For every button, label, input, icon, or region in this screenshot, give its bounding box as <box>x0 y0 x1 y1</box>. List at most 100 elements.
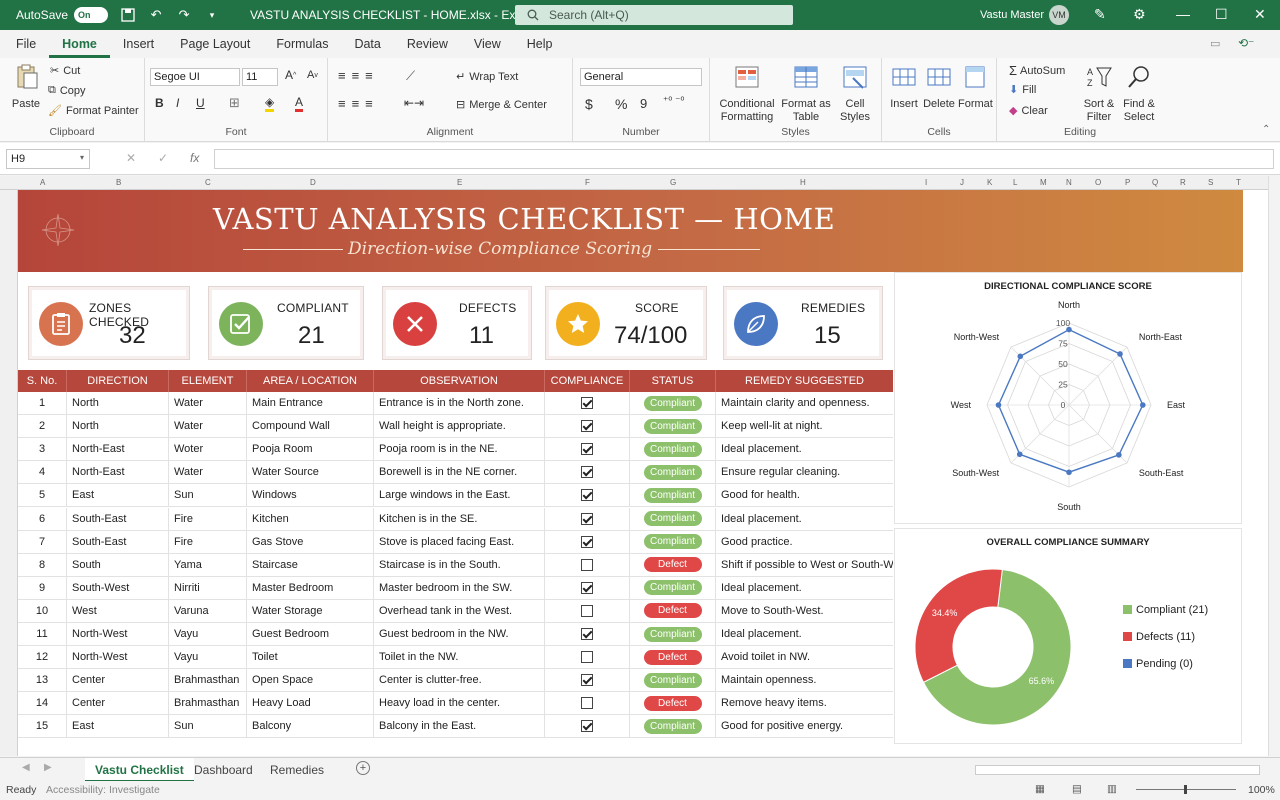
col-header[interactable]: R <box>1180 178 1186 187</box>
add-sheet-icon[interactable]: + <box>356 761 370 775</box>
merge-center-button[interactable]: ⊟ Merge & Center <box>456 98 547 112</box>
close-icon[interactable]: ✕ <box>1254 6 1266 23</box>
element-cell[interactable]: Sun <box>169 484 247 508</box>
col-header[interactable]: M <box>1040 178 1047 187</box>
table-row[interactable]: 4 North-East Water Water Source Borewell is … <box>18 461 893 485</box>
element-cell[interactable]: Vayu <box>169 623 247 646</box>
remedy-cell[interactable]: Shift if possible to West or South-West. <box>716 554 893 577</box>
currency-button[interactable]: $ <box>585 96 593 112</box>
observation-cell[interactable]: Wall height is appropriate. <box>374 415 545 439</box>
area-cell[interactable]: Heavy Load <box>247 692 374 716</box>
status-cell[interactable]: Compliant <box>630 461 716 485</box>
remedy-cell[interactable]: Ideal placement. <box>716 623 893 646</box>
col-area-header[interactable]: AREA / LOCATION <box>247 370 374 392</box>
table-row[interactable]: 10 West Varuna Water Storage Overhead tank i… <box>18 599 893 623</box>
compliance-checkbox-cell[interactable] <box>545 576 630 600</box>
direction-cell[interactable]: North-East <box>67 438 169 462</box>
col-header[interactable]: N <box>1066 178 1072 187</box>
tab-formulas[interactable]: Formulas <box>263 30 341 58</box>
remedy-cell[interactable]: Ideal placement. <box>716 438 893 461</box>
element-cell[interactable]: Nirriti <box>169 576 247 600</box>
sheet-tab-vastu-checklist[interactable]: Vastu Checklist <box>85 758 194 782</box>
compliance-checkbox[interactable] <box>581 489 593 502</box>
normal-view-icon[interactable]: ▦ <box>1035 783 1045 795</box>
observation-cell[interactable]: Borewell is in the NE corner. <box>374 461 545 485</box>
tab-help[interactable]: Help <box>514 30 566 58</box>
compliance-checkbox-cell[interactable] <box>545 623 630 646</box>
table-row[interactable]: 2 North Water Compound Wall Wall height is a… <box>18 415 893 439</box>
pen-icon[interactable]: ✎ <box>1094 6 1106 23</box>
compliance-checkbox[interactable] <box>581 558 593 571</box>
insert-cells-button[interactable]: Insert <box>888 64 920 111</box>
page-layout-view-icon[interactable]: ▤ <box>1072 783 1082 795</box>
area-cell[interactable]: Kitchen <box>247 507 374 531</box>
search-box[interactable]: Search (Alt+Q) <box>515 5 793 25</box>
col-header[interactable]: K <box>987 178 992 187</box>
area-cell[interactable]: Windows <box>247 484 374 508</box>
compliance-checkbox-cell[interactable] <box>545 438 630 462</box>
vertical-align-icons[interactable]: ≡≡≡ <box>338 68 379 83</box>
remedy-cell[interactable]: Maintain clarity and openness. <box>716 392 893 415</box>
direction-cell[interactable]: South-East <box>67 507 169 531</box>
table-row[interactable]: 14 Center Brahmasthan Heavy Load Heavy load … <box>18 692 893 716</box>
save-icon[interactable] <box>120 7 136 23</box>
remedy-cell[interactable]: Good practice. <box>716 531 893 554</box>
page-break-view-icon[interactable]: ▥ <box>1107 783 1117 795</box>
orientation-icon[interactable]: ⟋ <box>406 68 415 84</box>
remedy-cell[interactable]: Good for health. <box>716 484 893 507</box>
table-row[interactable]: 1 North Water Main Entrance Entrance is in t… <box>18 392 893 415</box>
compliance-checkbox[interactable] <box>581 628 593 641</box>
compliance-checkbox[interactable] <box>581 651 593 664</box>
table-row[interactable]: 6 South-East Fire Kitchen Kitchen is in the … <box>18 507 893 531</box>
area-cell[interactable]: Gas Stove <box>247 530 374 554</box>
remedy-cell[interactable]: Ensure regular cleaning. <box>716 461 893 484</box>
status-cell[interactable]: Defect <box>630 599 716 623</box>
borders-icon[interactable]: ⊞ <box>229 95 240 111</box>
direction-cell[interactable]: Center <box>67 669 169 693</box>
table-row[interactable]: 8 South Yama Staircase Staircase is in the S… <box>18 553 893 577</box>
table-row[interactable]: 3 North-East Woter Pooja Room Pooja room is … <box>18 438 893 462</box>
direction-cell[interactable]: West <box>67 599 169 623</box>
redo-icon[interactable]: ↷ <box>176 7 192 23</box>
col-header[interactable]: S <box>1208 178 1213 187</box>
compliance-checkbox[interactable] <box>581 535 593 548</box>
area-cell[interactable]: Main Entrance <box>247 392 374 415</box>
no-cell[interactable]: 14 <box>18 692 67 716</box>
undo-icon[interactable]: ↶ <box>148 7 164 23</box>
col-header[interactable]: T <box>1236 178 1241 187</box>
compliance-checkbox[interactable] <box>581 420 593 433</box>
font-color-icon[interactable]: A <box>295 95 304 112</box>
format-as-table-button[interactable]: Format as Table <box>780 64 832 124</box>
element-cell[interactable]: Fire <box>169 507 247 531</box>
status-cell[interactable]: Compliant <box>630 507 716 531</box>
status-cell[interactable]: Compliant <box>630 484 716 508</box>
col-header[interactable]: O <box>1095 178 1101 187</box>
sheet-tab-remedies[interactable]: Remedies <box>260 758 334 782</box>
tab-data[interactable]: Data <box>341 30 393 58</box>
compliance-checkbox[interactable] <box>581 674 593 687</box>
element-cell[interactable]: Varuna <box>169 599 247 623</box>
no-cell[interactable]: 5 <box>18 484 67 508</box>
col-remedy-header[interactable]: REMEDY SUGGESTED <box>716 370 893 392</box>
no-cell[interactable]: 7 <box>18 530 67 554</box>
col-element-header[interactable]: ELEMENT <box>169 370 247 392</box>
cancel-icon[interactable]: ✕ <box>126 151 136 165</box>
element-cell[interactable]: Water <box>169 392 247 415</box>
area-cell[interactable]: Compound Wall <box>247 415 374 439</box>
zoom-slider-thumb[interactable] <box>1184 785 1187 794</box>
no-cell[interactable]: 2 <box>18 415 67 439</box>
direction-cell[interactable]: North <box>67 415 169 439</box>
element-cell[interactable]: Water <box>169 415 247 439</box>
compliance-checkbox-cell[interactable] <box>545 669 630 693</box>
avatar[interactable]: VM <box>1049 5 1069 25</box>
wrap-text-button[interactable]: ↵ Wrap Text <box>456 70 518 84</box>
compliance-checkbox[interactable] <box>581 443 593 456</box>
font-size-select[interactable]: 11 <box>242 68 278 86</box>
table-row[interactable]: 13 Center Brahmasthan Open Space Center is c… <box>18 669 893 693</box>
cut-button[interactable]: ✂ Cut <box>50 64 80 78</box>
compliance-checkbox-cell[interactable] <box>545 484 630 508</box>
autosave[interactable]: AutoSave On <box>16 7 109 23</box>
compliance-checkbox-cell[interactable] <box>545 692 630 716</box>
grow-font-button[interactable]: A ^ <box>285 68 296 82</box>
compliance-checkbox-cell[interactable] <box>545 530 630 554</box>
